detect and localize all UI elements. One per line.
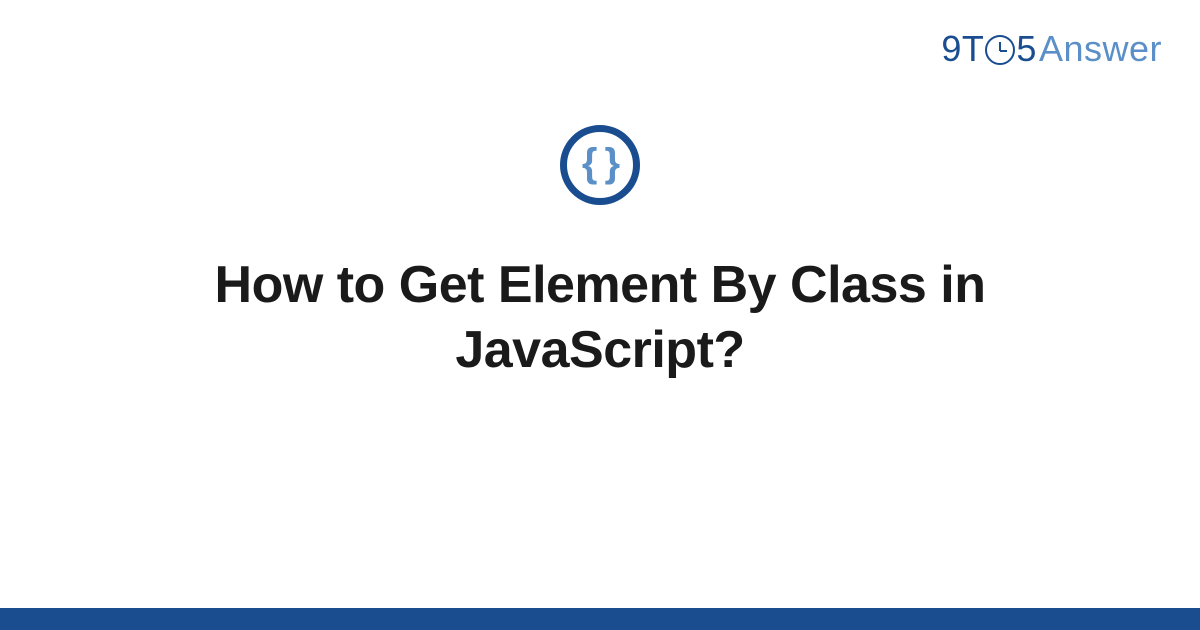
page-title: How to Get Element By Class in JavaScrip… <box>100 253 1100 383</box>
site-logo: 9T 5 Answer <box>941 28 1162 70</box>
logo-text-answer: Answer <box>1039 28 1162 70</box>
code-braces-glyph: { } <box>582 143 618 183</box>
bottom-accent-bar <box>0 608 1200 630</box>
logo-text-5: 5 <box>1016 28 1037 70</box>
logo-text-9t: 9T <box>941 28 984 70</box>
clock-icon <box>985 35 1015 65</box>
code-braces-icon: { } <box>560 125 640 205</box>
main-content: { } How to Get Element By Class in JavaS… <box>0 125 1200 383</box>
